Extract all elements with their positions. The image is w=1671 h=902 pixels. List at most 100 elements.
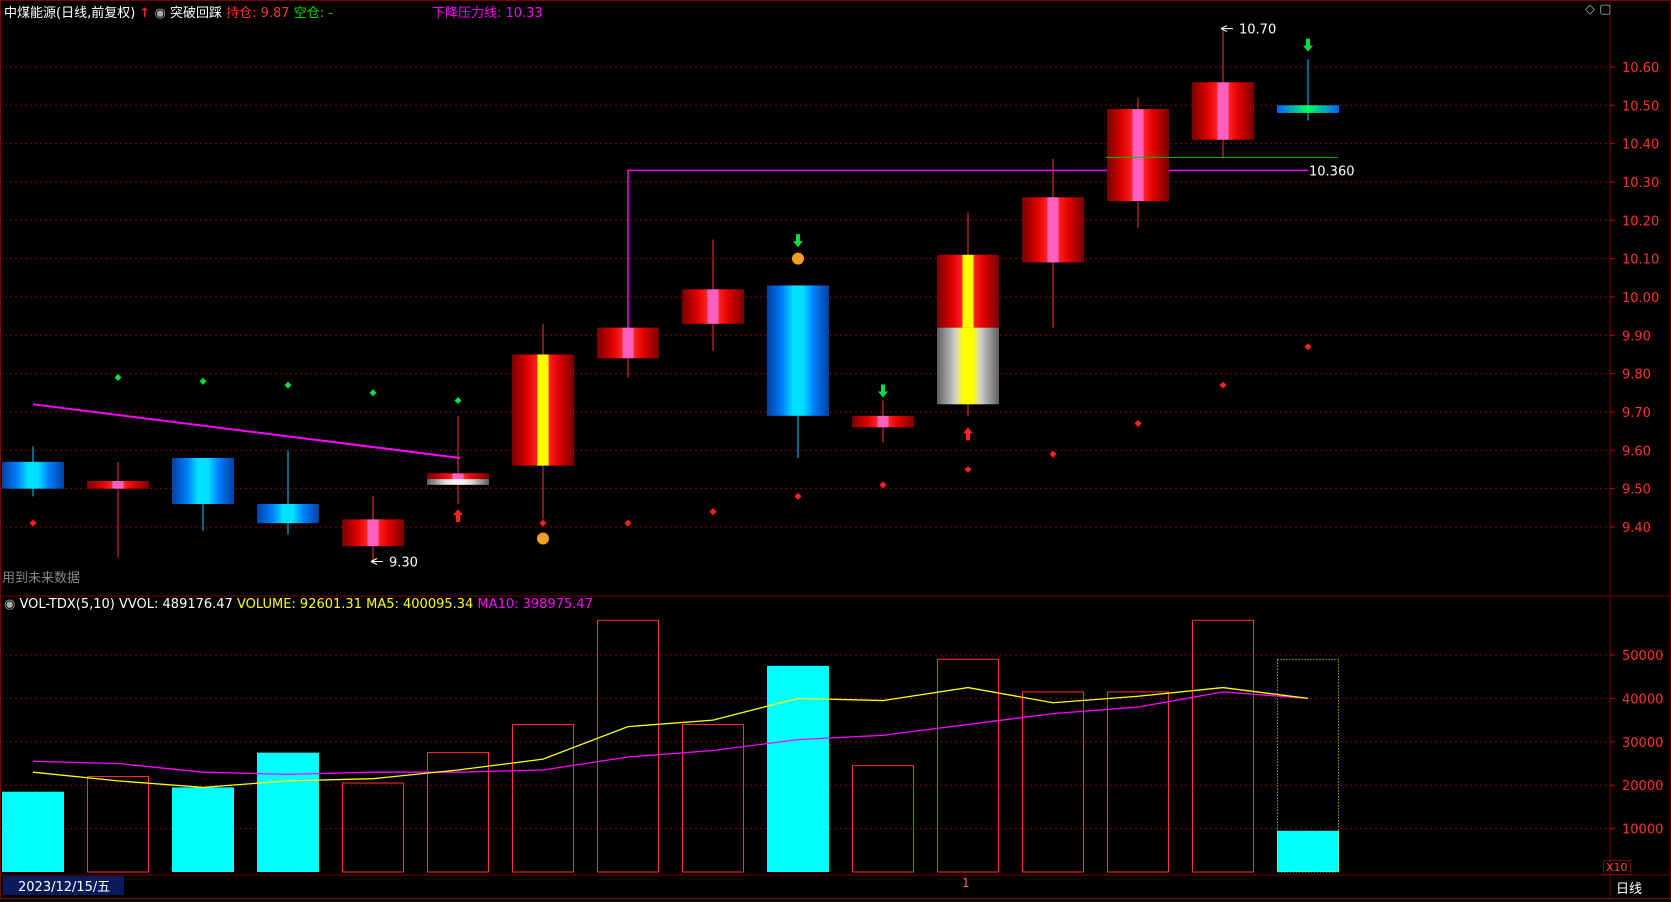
price-tick-label: 9.80	[1622, 368, 1651, 383]
diamond-icon[interactable]: ◇	[1585, 2, 1595, 17]
buy-arrow-icon	[963, 427, 973, 441]
volume-bar	[1107, 691, 1169, 873]
price-tick-label: 10.50	[1622, 99, 1659, 114]
signal-dot	[369, 389, 377, 397]
candle-body	[597, 327, 659, 359]
arrow-up-icon: ↑	[139, 6, 151, 21]
candle-body	[1192, 82, 1254, 140]
signal-dot	[1049, 450, 1057, 458]
volume-bar	[512, 723, 574, 873]
level-price-label: 10.360	[1309, 164, 1355, 179]
sell-arrow-icon	[793, 234, 803, 248]
hold-text: 持仓: 9.87	[226, 6, 290, 21]
gear-icon[interactable]: ◉	[154, 6, 165, 21]
ma10-value: MA10: 398975.47	[477, 597, 593, 612]
volume-bar	[2, 791, 64, 872]
candle-body	[427, 473, 489, 480]
candle-body	[937, 254, 999, 328]
volume-header: ◉ VOL-TDX(5,10) VVOL: 489176.47 VOLUME: …	[4, 597, 593, 612]
volume-tick-label: 30000	[1622, 736, 1663, 751]
volume-bar	[767, 665, 829, 872]
volume-tick-label: 20000	[1622, 779, 1663, 794]
candle-body	[427, 479, 489, 485]
date-label: 2023/12/15/五	[3, 876, 125, 895]
signal-dot	[879, 481, 887, 489]
price-tick-label: 9.70	[1622, 406, 1651, 421]
buy-arrow-icon	[453, 509, 463, 523]
price-tick-label: 9.60	[1622, 444, 1651, 459]
short-text: 空仓: -	[293, 6, 333, 21]
candle-body	[852, 415, 914, 428]
candle-body	[937, 327, 999, 405]
price-tick-label: 10.00	[1622, 291, 1659, 306]
candle-body	[512, 354, 574, 466]
volume-value: VOLUME: 92601.31	[236, 597, 362, 612]
volume-unit: X10	[1603, 860, 1631, 875]
signal-dot	[114, 373, 122, 382]
window-controls: ◇ ▢	[1585, 2, 1611, 17]
cursor-marker: 1	[962, 876, 970, 890]
price-tick-label: 10.30	[1622, 176, 1659, 191]
volume-bar	[1022, 691, 1084, 873]
stock-title[interactable]: 中煤能源(日线,前复权)	[4, 6, 135, 21]
signal-dot	[624, 519, 632, 527]
signal-dot	[1134, 419, 1142, 428]
volume-bar	[1277, 830, 1339, 872]
candle-body	[257, 503, 319, 524]
candle-body	[87, 480, 149, 489]
chart-header: 中煤能源(日线,前复权) ↑ ◉ 突破回踩 持仓: 9.87 空仓: -	[4, 2, 333, 21]
price-tick-label: 9.40	[1622, 521, 1651, 536]
signal-dot	[454, 396, 462, 405]
signal-dot	[1304, 343, 1312, 351]
ma5-value: MA5: 400095.34	[366, 597, 474, 612]
volume-bar	[597, 619, 659, 873]
candle-body	[682, 289, 744, 324]
volume-bar	[1192, 619, 1254, 873]
candle-body	[1022, 197, 1084, 263]
candle-body	[1107, 109, 1169, 202]
outer-frame	[0, 0, 1671, 899]
candle-body	[172, 457, 234, 504]
signal-dot	[964, 465, 972, 474]
price-tick-label: 9.90	[1622, 329, 1651, 344]
candle-body	[767, 285, 829, 416]
volume-bar	[172, 787, 234, 872]
money-bag-icon	[792, 252, 804, 265]
low-price-label: 9.30	[389, 556, 418, 571]
price-tick-label: 10.20	[1622, 214, 1659, 229]
volume-bar	[257, 752, 319, 872]
volume-bar	[852, 765, 914, 873]
volume-bar	[342, 782, 404, 873]
volume-tick-label: 10000	[1622, 823, 1663, 838]
price-tick-label: 10.60	[1622, 61, 1659, 76]
square-icon[interactable]: ▢	[1599, 2, 1611, 17]
price-tick-label: 10.10	[1622, 253, 1659, 268]
gear-icon[interactable]: ◉	[4, 597, 15, 612]
candle-body	[1277, 105, 1339, 113]
vol-indicator-name[interactable]: VOL-TDX(5,10)	[19, 597, 114, 612]
sell-arrow-icon	[878, 384, 888, 398]
vvol-value: VVOL: 489176.47	[118, 597, 233, 612]
signal-name[interactable]: 突破回踩	[170, 6, 222, 21]
price-tick-label: 10.40	[1622, 138, 1659, 153]
high-price-label: 10.70	[1239, 23, 1276, 38]
volume-tick-label: 40000	[1622, 692, 1663, 707]
pressure-line-label: 下降压力线: 10.33	[432, 6, 543, 21]
signal-dot	[199, 377, 207, 385]
price-tick-label: 9.50	[1622, 483, 1651, 498]
ma10-line	[32, 691, 1309, 776]
candle-body	[342, 519, 404, 547]
signal-dot	[29, 519, 37, 527]
signal-dot	[1219, 381, 1227, 389]
money-bag-icon	[537, 532, 549, 545]
candlestick-chart[interactable]: 10.60 10.50 10.40 10.30 10.20 10.10 10.00 9.90 9…	[0, 0, 1671, 902]
period-label[interactable]: 日线	[1616, 878, 1642, 897]
candle-body	[2, 461, 64, 489]
signal-dot	[709, 508, 717, 516]
signal-dot	[284, 381, 292, 389]
signal-dot	[539, 519, 547, 527]
volume-bar	[682, 723, 744, 873]
sell-arrow-icon	[1303, 38, 1313, 52]
volume-tick-label: 50000	[1622, 649, 1663, 664]
signal-dot	[794, 492, 802, 500]
